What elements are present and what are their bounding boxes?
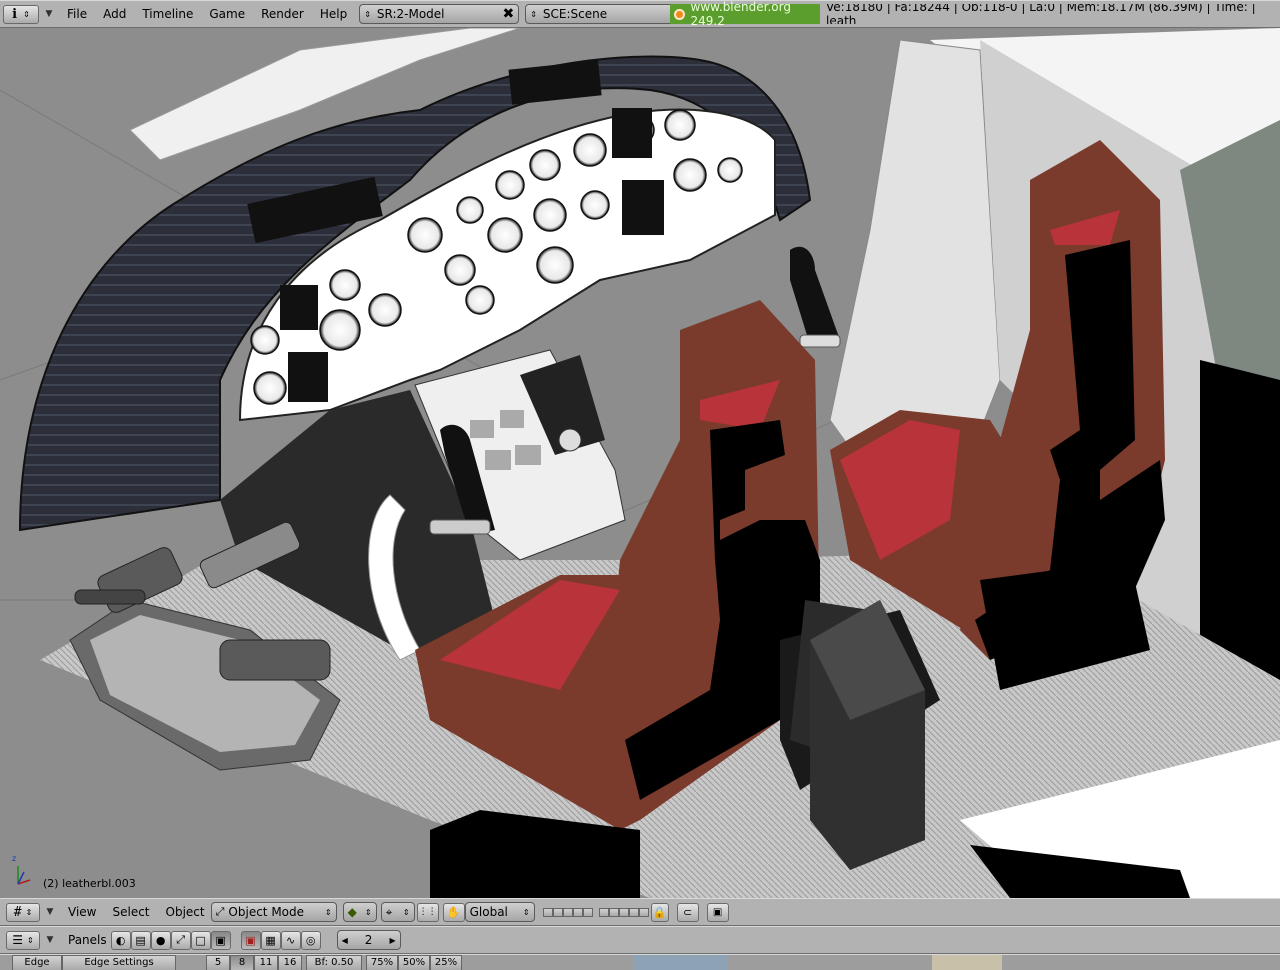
axis-gizmo-icon <box>17 866 31 885</box>
frame-field[interactable]: ◀ 2 ▶ <box>336 930 401 950</box>
sound-icon[interactable]: ∿ <box>280 930 301 950</box>
lock-icon[interactable]: 🔒 <box>650 902 669 922</box>
context-buttons[interactable]: ◐ ▤ ● ⤢ □ ▣ <box>110 930 231 950</box>
grid-icon[interactable]: # ⇕ <box>6 902 40 922</box>
tab-edge-settings[interactable]: Edge Settings <box>62 955 176 970</box>
dropdown-icon: ⇕ <box>324 907 332 917</box>
active-object-label: (2) leatherbl.003 <box>43 877 136 890</box>
render-icon[interactable]: ▣ <box>706 902 729 922</box>
menu-select[interactable]: Select <box>104 905 157 919</box>
dropdown-icon: ⇕ <box>364 907 372 917</box>
collapse-triangle-icon[interactable]: ▼ <box>43 9 55 19</box>
blender-logo-icon <box>674 8 685 20</box>
object-icon[interactable]: ⤢ <box>170 930 191 950</box>
target-icon: ⌖ <box>385 904 393 919</box>
editing-icon[interactable]: □ <box>190 930 211 950</box>
website-label: www.blender.org 249.2 <box>690 0 791 28</box>
percent-button[interactable]: 50% <box>398 955 430 970</box>
blender-version-badge: www.blender.org 249.2 <box>670 0 820 28</box>
axis-label-z: z <box>12 854 17 863</box>
cockpit-scene <box>0 28 1280 898</box>
scene-name: SCE:Scene <box>542 7 608 21</box>
snap-icon[interactable]: ⊂ <box>676 902 699 922</box>
menu-object[interactable]: Object <box>158 905 207 919</box>
pivot-selector[interactable]: ⌖ ⇕ <box>380 902 415 922</box>
screen-name: SR:2-Model <box>376 7 445 21</box>
render-buttons[interactable]: ▣ ▦ ∿ ◎ <box>240 930 321 950</box>
windows-icon[interactable]: ☰ ⇕ <box>6 930 40 950</box>
draw-type-selector[interactable]: ◆ ⇕ <box>342 902 377 922</box>
stats-text: Ve:18180 | Fa:18244 | Ob:118-0 | La:0 | … <box>826 4 1256 24</box>
collapse-triangle-icon[interactable]: ▼ <box>44 935 56 945</box>
panel-edge <box>634 955 728 970</box>
collapse-triangle-icon[interactable]: ▼ <box>44 907 56 917</box>
menu-view[interactable]: View <box>60 905 104 919</box>
arrow-left-icon[interactable]: ◀ <box>342 936 348 945</box>
screen-dropdown-icon: ⇕ <box>364 9 371 19</box>
panel-edge <box>932 955 1002 970</box>
scene-dropdown-icon: ⇕ <box>530 9 537 19</box>
buttons-header: ☰ ⇕ ▼ Panels ◐ ▤ ● ⤢ □ ▣ ▣ ▦ ∿ ◎ ◀ 2 ▶ <box>0 926 1280 954</box>
view3d-header: # ⇕ ▼ View Select Object ⤢ Object Mode ⇕ … <box>0 898 1280 926</box>
close-icon[interactable]: ✖ <box>502 6 514 22</box>
dropdown-icon: ⇕ <box>402 907 410 917</box>
buttons-panel-strip: Edge Edge Settings 5 8 11 16 Bf: 0.50 75… <box>0 954 1280 970</box>
number-button[interactable]: 16 <box>278 955 302 970</box>
hand-icon[interactable]: ✋ <box>442 902 465 922</box>
orientation-selector[interactable]: Global ⇕ <box>464 902 535 922</box>
align-icon[interactable]: ⋮⋮ <box>416 902 439 922</box>
info-icon[interactable]: i ⇕ <box>3 4 39 24</box>
number-button[interactable]: 5 <box>206 955 230 970</box>
shading-icon[interactable]: ● <box>150 930 171 950</box>
mode-selector[interactable]: ⤢ Object Mode ⇕ <box>210 902 337 922</box>
arrow-right-icon[interactable]: ▶ <box>389 936 395 945</box>
layer-buttons[interactable] <box>598 907 649 917</box>
percent-button[interactable]: 75% <box>366 955 398 970</box>
orientation-label: Global <box>469 905 508 919</box>
screen-selector[interactable]: ⇕ SR:2-Model ✖ <box>359 4 520 24</box>
number-button[interactable]: 11 <box>254 955 278 970</box>
solid-draw-icon: ◆ <box>347 905 357 919</box>
layer-buttons[interactable] <box>542 907 593 917</box>
menu-render[interactable]: Render <box>253 7 312 21</box>
menu-file[interactable]: File <box>59 7 95 21</box>
menu-timeline[interactable]: Timeline <box>134 7 201 21</box>
script-icon[interactable]: ▤ <box>130 930 151 950</box>
number-button[interactable]: 8 <box>230 955 254 970</box>
panels-label: Panels <box>68 933 107 947</box>
logic-icon[interactable]: ◐ <box>110 930 131 950</box>
percent-button[interactable]: 25% <box>430 955 462 970</box>
glareshield-vent <box>508 60 602 105</box>
menu-add[interactable]: Add <box>95 7 134 21</box>
world-icon[interactable]: ◎ <box>300 930 321 950</box>
anim-icon[interactable]: ▦ <box>260 930 281 950</box>
mode-label: Object Mode <box>228 905 305 919</box>
render-icon[interactable]: ▣ <box>240 930 261 950</box>
menu-game[interactable]: Game <box>201 7 253 21</box>
3d-viewport[interactable]: z (2) leatherbl.003 <box>0 28 1280 898</box>
bf-field[interactable]: Bf: 0.50 <box>306 955 362 970</box>
tab-edge[interactable]: Edge <box>12 955 62 970</box>
object-mode-icon: ⤢ <box>215 905 225 918</box>
frame-value: 2 <box>364 933 373 947</box>
scene-selector[interactable]: ⇕ SCE:Scene ✖ <box>525 4 686 24</box>
menu-help[interactable]: Help <box>312 7 355 21</box>
scene-stats: Ve:18180 | Fa:18244 | Ob:118-0 | La:0 | … <box>826 4 1280 24</box>
dropdown-icon: ⇕ <box>522 907 530 917</box>
scene-icon[interactable]: ▣ <box>210 930 231 950</box>
